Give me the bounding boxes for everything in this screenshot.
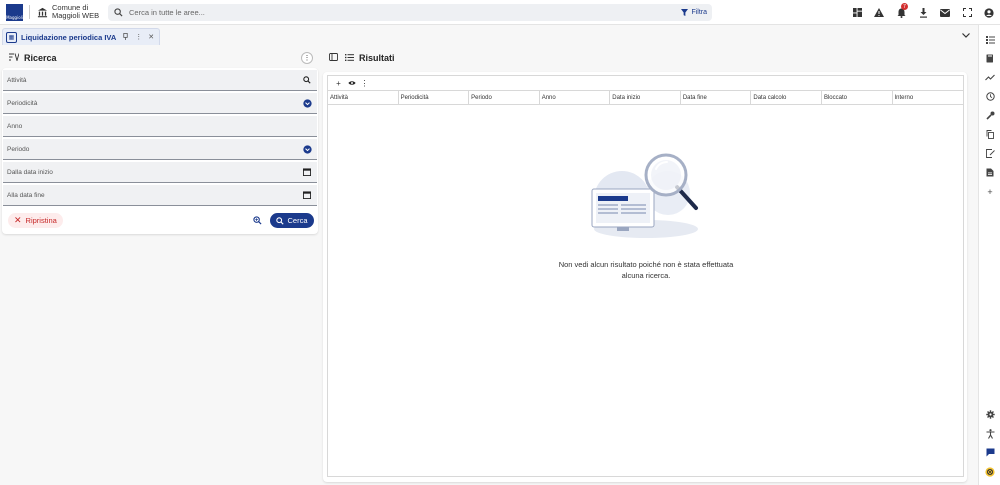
pin-icon[interactable] [122,32,129,42]
search-button[interactable]: Cerca [270,213,314,228]
search-panel-header: Ricerca ⋮ [2,48,318,68]
reset-label: Ripristina [25,216,57,225]
results-panel: Risultati + ⋮ Attività Periodicità Perio… [323,48,967,482]
top-bar: Maggioli Comune di Maggioli WEB Cerca in… [0,0,1000,25]
copy-icon[interactable] [979,125,1000,144]
global-search[interactable]: Cerca in tutte le aree... Filtra [108,4,712,21]
field-attivita[interactable]: Attività [3,70,317,91]
empty-state-line: Non vedi alcun risultato poiché non è st… [558,260,734,269]
add-icon[interactable]: + [979,182,1000,201]
field-label: Attività [7,76,27,84]
more-options-icon[interactable]: ⋮ [358,77,371,89]
column-header[interactable]: Data calcolo [751,91,822,104]
tab-liquidazione-iva[interactable]: ▦ Liquidazione periodica IVA ⋮ ✕ [2,28,160,45]
column-header[interactable]: Data inizio [610,91,681,104]
grid-header: Attività Periodicità Periodo Anno Data i… [328,90,963,105]
chat-icon[interactable] [979,443,1000,462]
search-filter-icon [9,53,20,63]
divider [29,5,30,19]
column-header[interactable]: Data fine [681,91,752,104]
maggioli-logo[interactable]: Maggioli [6,3,23,21]
search-input[interactable]: Cerca in tutte le aree... [129,8,205,17]
zoom-search-icon[interactable] [253,216,263,226]
field-label: Periodo [7,145,30,153]
list-settings-icon[interactable] [979,30,1000,49]
dropdown-icon[interactable] [302,98,312,108]
column-header[interactable]: Periodo [469,91,540,104]
field-dalla-data-inizio[interactable]: Dalla data inizio [3,162,317,183]
field-label: Alla data fine [7,191,45,199]
filter-label: Filtra [691,9,707,16]
column-header[interactable]: Attività [328,91,399,104]
dropdown-icon[interactable] [302,144,312,154]
close-icon: ✕ [14,215,22,225]
search-panel: Ricerca ⋮ Attività Periodicità Anno Peri… [2,48,318,234]
tools-icon[interactable] [979,106,1000,125]
filter-button[interactable]: Filtra [681,7,707,18]
bell-icon[interactable]: 7 [890,0,912,25]
calculator-icon: ▦ [6,31,17,43]
field-anno[interactable]: Anno [3,116,317,137]
column-header[interactable]: Interno [893,91,964,104]
report-icon[interactable] [979,163,1000,182]
field-label: Dalla data inizio [7,168,53,176]
field-alla-data-fine[interactable]: Alla data fine [3,185,317,206]
warning-icon[interactable] [868,0,890,25]
dashboard-icon[interactable] [846,0,868,25]
search-label: Cerca [287,216,308,225]
tab-bar: ▦ Liquidazione periodica IVA ⋮ ✕ [0,25,978,45]
building-icon [36,6,48,18]
column-header[interactable]: Periodicità [399,91,470,104]
results-panel-title: Risultati [359,53,395,63]
form-actions: ✕ Ripristina Cerca [2,210,318,232]
right-toolbar: + [978,25,1000,485]
search-icon[interactable] [302,75,312,85]
empty-state-line: alcuna ricerca. [621,271,671,280]
tab-label: Liquidazione periodica IVA [21,32,117,42]
book-icon[interactable] [979,49,1000,68]
toggle-sidebar-icon[interactable] [329,53,338,63]
results-panel-header: Risultati [323,48,967,68]
mail-icon[interactable] [934,0,956,25]
grid-toolbar: + ⋮ [328,76,963,90]
fullscreen-icon[interactable] [956,0,978,25]
column-header[interactable]: Anno [540,91,611,104]
empty-state-message: Non vedi alcun risultato poiché non è st… [528,259,764,281]
notification-badge: 7 [901,3,908,10]
column-header[interactable]: Bloccato [822,91,893,104]
results-card: + ⋮ Attività Periodicità Periodo Anno Da… [323,72,967,482]
search-form: Attività Periodicità Anno Periodo Dalla … [2,68,318,234]
more-options-icon[interactable]: ⋮ [301,52,313,64]
accessibility-icon[interactable] [979,424,1000,443]
account-icon[interactable] [978,0,1000,25]
search-icon [276,216,285,225]
filter-icon [681,9,689,16]
close-icon[interactable]: ✕ [148,33,154,41]
add-row-icon[interactable]: + [332,77,345,89]
reset-button[interactable]: ✕ Ripristina [8,213,63,228]
calendar-icon[interactable] [302,167,312,177]
tab-more-icon[interactable]: ⋮ [135,33,142,41]
empty-search-illustration [586,153,706,239]
field-periodicita[interactable]: Periodicità [3,93,317,114]
organization-name[interactable]: Comune di Maggioli WEB [52,4,108,20]
results-grid: + ⋮ Attività Periodicità Periodo Anno Da… [327,75,964,477]
search-panel-title: Ricerca [24,53,57,63]
field-periodo[interactable]: Periodo [3,139,317,160]
gear-icon[interactable] [979,405,1000,424]
search-icon [113,8,123,18]
history-icon[interactable] [979,87,1000,106]
help-badge-icon[interactable] [979,462,1000,481]
calendar-icon[interactable] [302,190,312,200]
eye-icon[interactable] [345,77,358,89]
edit-document-icon[interactable] [979,144,1000,163]
field-label: Periodicità [7,99,38,107]
list-icon [345,53,354,63]
download-icon[interactable] [912,0,934,25]
field-label: Anno [7,122,23,130]
chevron-down-icon[interactable] [962,31,970,40]
trend-icon[interactable] [979,68,1000,87]
